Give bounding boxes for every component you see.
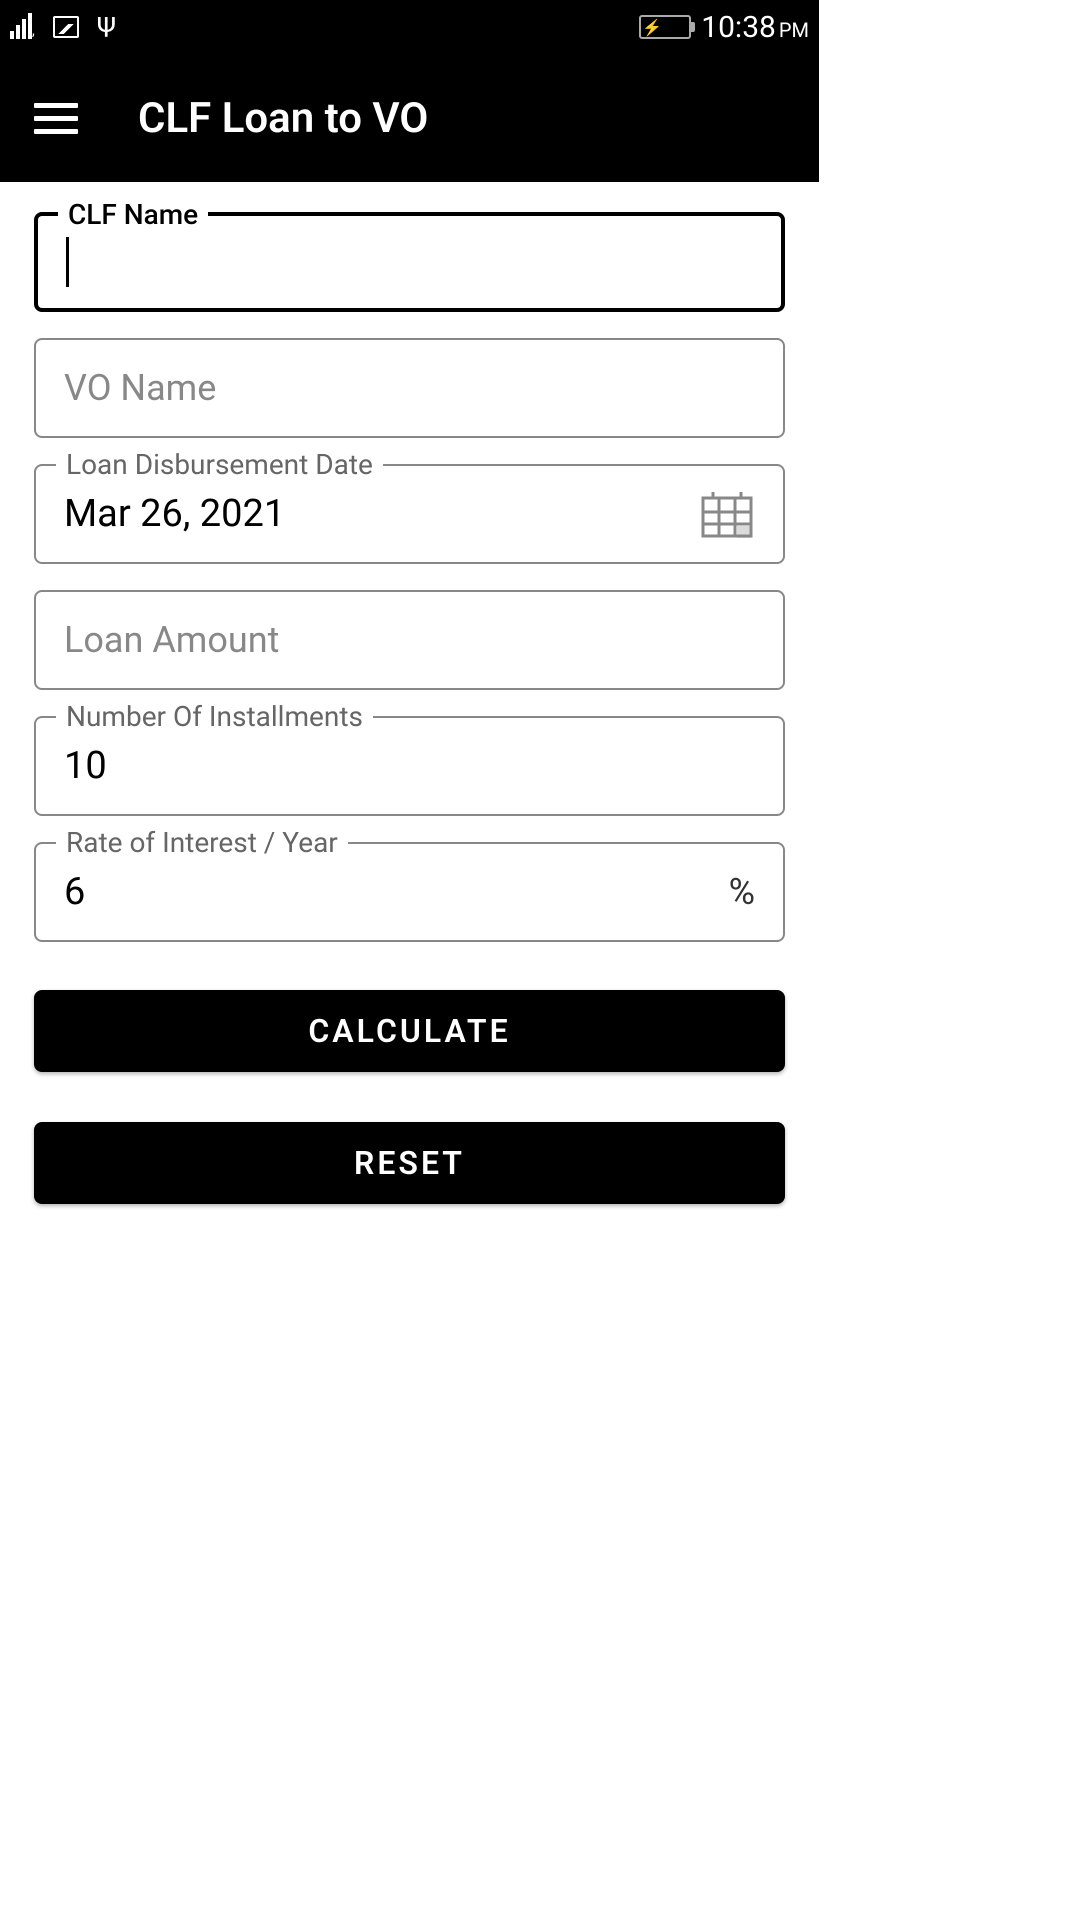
interest-field: Rate of Interest / Year 6 %	[34, 842, 785, 942]
vo-name-field: VO Name	[34, 338, 785, 438]
app-title: CLF Loan to VO	[138, 94, 428, 143]
image-icon	[53, 16, 79, 38]
interest-input[interactable]: 6	[64, 870, 85, 914]
disbursement-date-value[interactable]: Mar 26, 2021	[64, 492, 285, 536]
clf-name-input[interactable]	[66, 237, 69, 287]
clf-name-field: CLF Name	[34, 212, 785, 312]
calculate-button[interactable]: CALCULATE	[34, 990, 785, 1072]
installments-field: Number Of Installments 10	[34, 716, 785, 816]
loan-amount-input[interactable]: Loan Amount	[64, 619, 279, 661]
status-bar: , Ψ ⚡ 10:38PM	[0, 0, 819, 54]
interest-suffix: %	[729, 871, 755, 913]
status-right: ⚡ 10:38PM	[639, 10, 809, 45]
reset-button[interactable]: RESET	[34, 1122, 785, 1204]
form-content: CLF Name VO Name Loan Disbursement Date …	[0, 182, 819, 1234]
clf-name-label: CLF Name	[58, 198, 208, 231]
status-time: 10:38PM	[701, 10, 809, 45]
installments-input[interactable]: 10	[64, 744, 107, 788]
vo-name-input[interactable]: VO Name	[64, 367, 216, 409]
disbursement-date-label: Loan Disbursement Date	[56, 448, 383, 481]
app-bar: CLF Loan to VO	[0, 54, 819, 182]
status-left: , Ψ	[10, 11, 116, 44]
usb-icon: Ψ	[97, 11, 116, 44]
disbursement-date-field: Loan Disbursement Date Mar 26, 2021	[34, 464, 785, 564]
signal-icon: ,	[10, 15, 35, 39]
menu-icon[interactable]	[34, 103, 78, 134]
installments-label: Number Of Installments	[56, 700, 373, 733]
interest-label: Rate of Interest / Year	[56, 826, 348, 859]
battery-icon: ⚡	[639, 15, 691, 39]
calendar-icon[interactable]	[699, 488, 755, 540]
loan-amount-field: Loan Amount	[34, 590, 785, 690]
